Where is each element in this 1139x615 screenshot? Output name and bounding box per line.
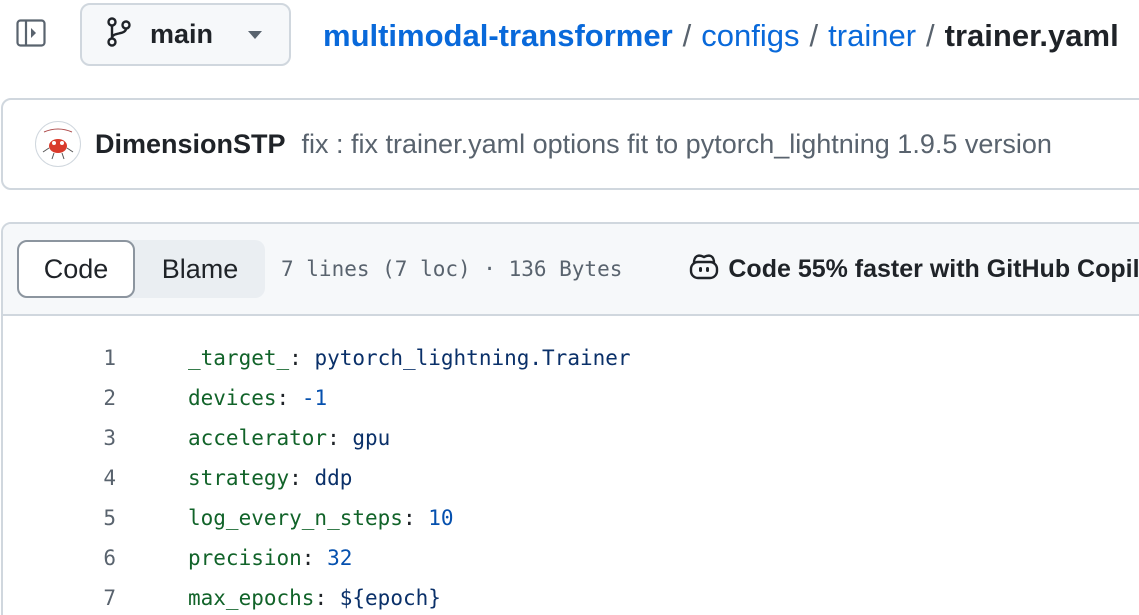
- breadcrumb-separator: /: [682, 18, 692, 53]
- line-number[interactable]: 3: [3, 426, 116, 450]
- git-branch-icon: [106, 17, 132, 52]
- line-number[interactable]: 2: [3, 386, 116, 410]
- code-content: max_epochs: ${epoch}: [188, 586, 441, 610]
- yaml-value: -1: [301, 386, 328, 410]
- sidebar-toggle-button[interactable]: [14, 18, 48, 52]
- sidebar-expand-icon: [15, 17, 47, 54]
- breadcrumb-current-file: trainer.yaml: [944, 18, 1119, 53]
- copilot-promo-link[interactable]: Code 55% faster with GitHub Copilot: [688, 251, 1139, 288]
- yaml-value: gpu: [352, 426, 391, 450]
- code-content: _target_: pytorch_lightning.Trainer: [188, 346, 631, 370]
- breadcrumb: multimodal-transformer / configs / train…: [323, 14, 1119, 58]
- yaml-value: 10: [428, 506, 454, 530]
- yaml-key: accelerator: [188, 426, 328, 450]
- code-content: strategy: ddp: [188, 466, 352, 490]
- yaml-colon: :: [327, 426, 340, 450]
- code-line: 4 strategy: ddp: [3, 458, 1139, 498]
- branch-name: main: [150, 19, 214, 49]
- triangle-down-icon: [247, 30, 263, 40]
- yaml-colon: :: [289, 466, 302, 490]
- breadcrumb-configs-link[interactable]: configs: [701, 18, 799, 54]
- yaml-value: pytorch_lightning.Trainer: [314, 346, 631, 370]
- breadcrumb-repo-link[interactable]: multimodal-transformer: [323, 18, 673, 54]
- line-number[interactable]: 7: [3, 586, 116, 610]
- view-mode-toggle: Code Blame: [17, 240, 265, 298]
- code-content: devices: -1: [188, 386, 327, 410]
- file-header: Code Blame 7 lines (7 loc) · 136 Bytes C…: [3, 224, 1139, 316]
- code-line: 1 _target_: pytorch_lightning.Trainer: [3, 338, 1139, 378]
- yaml-key: _target_: [188, 346, 290, 370]
- code-line: 5 log_every_n_steps: 10: [3, 498, 1139, 538]
- yaml-colon: :: [276, 386, 290, 410]
- commit-author-link[interactable]: DimensionSTP: [95, 129, 286, 160]
- breadcrumb-trainer-link[interactable]: trainer: [828, 18, 916, 54]
- file-viewer: Code Blame 7 lines (7 loc) · 136 Bytes C…: [1, 222, 1139, 615]
- yaml-colon: :: [402, 506, 416, 530]
- code-view: 1 _target_: pytorch_lightning.Trainer 2 …: [3, 316, 1139, 615]
- avatar[interactable]: [35, 121, 81, 167]
- code-line: 2 devices: -1: [3, 378, 1139, 418]
- yaml-value: 32: [327, 546, 353, 570]
- branch-selector-button[interactable]: main: [80, 3, 291, 66]
- yaml-colon: :: [301, 546, 315, 570]
- yaml-key: max_epochs: [188, 586, 315, 610]
- yaml-value: ddp: [314, 466, 353, 490]
- yaml-key: strategy: [188, 466, 290, 490]
- code-content: log_every_n_steps: 10: [188, 506, 454, 530]
- latest-commit-box: DimensionSTP fix : fix trainer.yaml opti…: [1, 98, 1139, 190]
- copilot-icon: [688, 251, 720, 288]
- code-content: precision: 32: [188, 546, 352, 570]
- yaml-key: log_every_n_steps: [188, 506, 403, 530]
- code-line: 7 max_epochs: ${epoch}: [3, 578, 1139, 615]
- code-content: accelerator: gpu: [188, 426, 390, 450]
- line-number[interactable]: 4: [3, 466, 116, 490]
- line-number[interactable]: 5: [3, 506, 116, 530]
- commit-message-link[interactable]: fix : fix trainer.yaml options fit to py…: [302, 129, 1052, 160]
- file-size-info: 7 lines (7 loc) · 136 Bytes: [281, 257, 623, 281]
- code-tab[interactable]: Code: [17, 240, 135, 298]
- breadcrumb-separator: /: [809, 18, 819, 53]
- yaml-colon: :: [314, 586, 328, 610]
- code-line: 3 accelerator: gpu: [3, 418, 1139, 458]
- blame-tab[interactable]: Blame: [135, 240, 265, 298]
- yaml-colon: :: [289, 346, 302, 370]
- yaml-key: devices: [188, 386, 277, 410]
- breadcrumb-separator: /: [926, 18, 935, 53]
- yaml-key: precision: [188, 546, 302, 570]
- code-line: 6 precision: 32: [3, 538, 1139, 578]
- line-number[interactable]: 6: [3, 546, 116, 570]
- yaml-value: ${epoch}: [339, 586, 441, 610]
- copilot-promo-text: Code 55% faster with GitHub Copilot: [728, 254, 1139, 283]
- line-number[interactable]: 1: [3, 346, 116, 370]
